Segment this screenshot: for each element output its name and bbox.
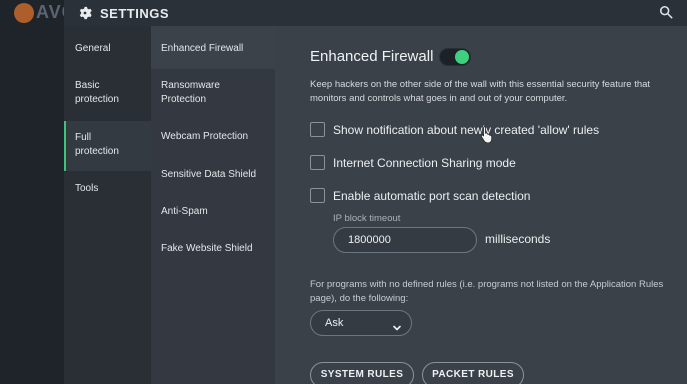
select-value: Ask	[325, 317, 344, 329]
toggle-knob	[455, 50, 469, 64]
port-scan-detection-checkbox[interactable]	[310, 188, 325, 203]
note-line: page), do the following:	[310, 292, 409, 304]
section-title: Enhanced Firewall	[310, 48, 434, 65]
firewall-toggle[interactable]	[439, 48, 471, 66]
option-row[interactable]: Enable automatic port scan detection	[310, 188, 530, 203]
main-panel: Enhanced Firewall Keep hackers on the ot…	[275, 26, 687, 384]
chevron-down-icon	[392, 318, 402, 331]
mouse-cursor-icon	[480, 125, 494, 144]
background-app: AVG	[0, 0, 64, 384]
option-label: Enable automatic port scan detection	[333, 188, 531, 203]
subnav-label: Ransomware	[161, 80, 220, 91]
default-action-select[interactable]: Ask	[310, 310, 412, 336]
search-icon[interactable]	[659, 5, 673, 19]
category-full-protection[interactable]: Full protection	[64, 121, 151, 171]
subnav-label: Enhanced Firewall	[161, 43, 244, 54]
subnav-enhanced-firewall[interactable]: Enhanced Firewall	[151, 26, 275, 69]
subnav-fake-website-shield[interactable]: Fake Website Shield	[151, 242, 275, 256]
note-line: For programs with no defined rules (i.e.…	[310, 279, 664, 290]
category-label: General	[75, 43, 111, 54]
category-label: protection	[75, 94, 119, 105]
logo-text: AVG	[36, 2, 64, 22]
settings-titlebar: SETTINGS	[64, 0, 687, 26]
option-label: Internet Connection Sharing mode	[333, 155, 516, 170]
category-general[interactable]: General	[64, 42, 151, 56]
notify-allow-rules-checkbox[interactable]	[310, 122, 325, 137]
avg-logo: AVG	[0, 2, 64, 28]
page-title: SETTINGS	[100, 5, 170, 21]
subnav-label: Anti-Spam	[161, 206, 208, 217]
subnav-ransomware-protection[interactable]: Ransomware Protection	[151, 79, 275, 107]
packet-rules-button[interactable]: PACKET RULES	[422, 362, 524, 384]
timeout-unit: milliseconds	[485, 232, 551, 246]
category-nav: General Basic protection Full protection…	[64, 26, 151, 384]
system-rules-button[interactable]: SYSTEM RULES	[310, 362, 414, 384]
subnav-anti-spam[interactable]: Anti-Spam	[151, 205, 275, 219]
option-row[interactable]: Show notification about newly created 'a…	[310, 122, 599, 137]
subnav-label: Webcam Protection	[161, 131, 249, 142]
ip-block-timeout-input[interactable]: 1800000	[333, 227, 477, 253]
subnav-label: Protection	[161, 94, 207, 105]
category-label: Full	[75, 132, 92, 143]
ip-block-timeout-label: IP block timeout	[333, 213, 401, 224]
firewall-description: Keep hackers on the other side of the wa…	[310, 79, 651, 104]
option-row[interactable]: Internet Connection Sharing mode	[310, 155, 516, 170]
subnav-label: Fake Website Shield	[161, 243, 253, 254]
option-label: Show notification about newly created 'a…	[333, 122, 600, 137]
category-label: protection	[75, 146, 119, 157]
category-basic-protection[interactable]: Basic protection	[64, 79, 151, 107]
subnav-label: Sensitive Data Shield	[161, 169, 257, 180]
gear-icon	[78, 6, 92, 20]
category-tools[interactable]: Tools	[64, 182, 151, 196]
subnav-webcam-protection[interactable]: Webcam Protection	[151, 130, 275, 144]
category-label: Basic	[75, 80, 100, 91]
sub-nav: Enhanced Firewall Ransomware Protection …	[151, 26, 275, 384]
avg-logo-icon	[14, 3, 34, 24]
subnav-sensitive-data-shield[interactable]: Sensitive Data Shield	[151, 168, 275, 182]
default-rule-note: For programs with no defined rules (i.e.…	[310, 278, 686, 305]
connection-sharing-checkbox[interactable]	[310, 155, 325, 170]
category-label: Tools	[75, 183, 99, 194]
